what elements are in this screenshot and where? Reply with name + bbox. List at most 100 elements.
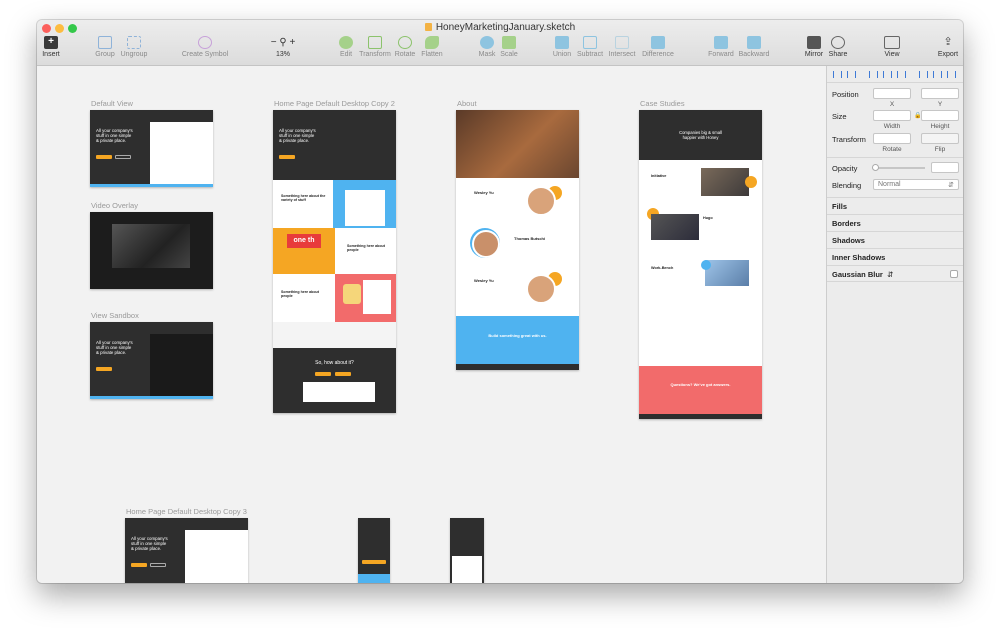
gaussian-blur-label: Gaussian Blur [832,270,883,279]
mirror-button[interactable]: Mirror [803,36,825,58]
app-preview-panel [303,382,375,402]
insert-button[interactable]: + Insert [40,36,62,58]
yellow-dot [745,176,757,188]
intersect-button[interactable]: Intersect [607,36,637,58]
rotate-input[interactable] [873,133,911,144]
union-label: Union [552,51,572,58]
mask-button[interactable]: Mask [477,36,497,58]
flatten-button[interactable]: Flatten [419,36,445,58]
edit-button[interactable]: Edit [335,36,357,58]
hero-text: All your company's stuff in one simple &… [131,536,168,552]
cta-heading: Questions? We've got answers. [670,382,731,387]
width-input[interactable] [873,110,911,121]
artboard-label-view-sandbox[interactable]: View Sandbox [91,311,139,320]
zoom-out-button[interactable]: − [271,37,277,48]
view-button[interactable]: View [880,36,904,58]
person-name-3: Wesley Yu [474,278,494,283]
edit-icon [339,36,353,49]
hero-line-3: & private place. [131,546,162,552]
artboard-about[interactable]: Wesley Yu Thomas Butschi Wesley Yu Build… [456,110,579,370]
scale-button[interactable]: Scale [499,36,519,58]
inner-shadows-section[interactable]: Inner Shadows [827,248,963,265]
title-bar: HoneyMarketingJanuary.sketch + Insert Gr… [37,20,963,66]
align-vertical-center-icon[interactable] [919,71,928,78]
artboard-label-home-copy-3[interactable]: Home Page Default Desktop Copy 3 [126,507,247,516]
footer-bar [639,414,762,419]
scale-label: Scale [500,51,518,58]
union-button[interactable]: Union [551,36,573,58]
learn-more-button-mock [115,155,131,159]
stepper-icon: ⇵ [886,270,894,279]
subtract-button[interactable]: Subtract [575,36,605,58]
symbol-icon [198,36,212,49]
mask-icon [480,36,494,49]
opacity-slider[interactable] [873,167,925,169]
footer-bar [456,364,579,370]
backward-label: Backward [738,51,770,58]
artboard-label-case-studies[interactable]: Case Studies [640,99,685,108]
canvas[interactable]: Default View All your company's stuff in… [37,66,826,583]
opacity-input[interactable] [931,162,959,173]
artboard-view-sandbox[interactable]: All your company's stuff in one simple &… [90,322,213,399]
difference-button[interactable]: Difference [640,36,676,58]
artboard-label-about[interactable]: About [457,99,477,108]
x-label: X [889,101,895,108]
borders-section[interactable]: Borders [827,214,963,231]
feature-text-1: Something here about the variety of stuf… [281,194,326,202]
avatar-2 [472,230,500,258]
distribute-horizontal-icon[interactable] [883,71,892,78]
align-horizontal-center-icon[interactable] [847,71,856,78]
create-symbol-label: Create Symbol [181,51,229,58]
transform-button[interactable]: Transform [358,36,392,58]
ungroup-button[interactable]: Ungroup [119,36,149,58]
align-top-icon[interactable] [897,71,906,78]
zoom-in-button[interactable]: + [289,37,295,48]
case-photo-2 [651,214,699,240]
position-y-input[interactable] [921,88,959,99]
share-button[interactable]: Share [827,36,849,58]
opacity-slider-knob[interactable] [872,164,879,171]
document-icon [424,23,432,31]
artboard-label-default-view[interactable]: Default View [91,99,133,108]
create-symbol-button[interactable]: Create Symbol [181,36,229,58]
blending-select[interactable]: Normal ⇵ [873,179,959,190]
hero-text: All your company's stuff in one simple &… [279,128,316,144]
view-label: View [884,51,900,58]
ungroup-icon [127,36,141,49]
artboard-mobile-1[interactable] [358,518,390,583]
align-left-icon[interactable] [833,71,842,78]
rotate-button[interactable]: Rotate [393,36,417,58]
signup-button-mock [131,563,147,567]
backward-button[interactable]: Backward [737,36,771,58]
footer-section [273,348,396,413]
export-button[interactable]: ⇪ Export [935,36,961,58]
align-bottom-icon[interactable] [933,71,942,78]
height-input[interactable] [921,110,959,121]
artboard-label-home-copy-2[interactable]: Home Page Default Desktop Copy 2 [274,99,395,108]
alignment-toolbar [827,66,963,83]
artboard-case-studies[interactable]: Companies big & small happier with Honey… [639,110,762,419]
position-x-input[interactable] [873,88,911,99]
fills-section[interactable]: Fills [827,197,963,214]
forward-button[interactable]: Forward [707,36,735,58]
rotate-label: Rotate [394,51,416,58]
shadows-section[interactable]: Shadows [827,231,963,248]
artboard-video-overlay[interactable] [90,212,213,289]
rotate-label: Rotate [882,146,902,153]
flip-buttons[interactable] [921,133,959,144]
union-icon [555,36,569,49]
group-button[interactable]: Group [94,36,116,58]
flatten-icon [425,36,439,49]
distribute-vertical-icon[interactable] [947,71,956,78]
gaussian-blur-section[interactable]: Gaussian Blur ⇵ [827,265,963,282]
artboard-home-copy-2[interactable]: All your company's stuff in one simple &… [273,110,396,413]
edit-label: Edit [339,51,353,58]
align-right-icon[interactable] [869,71,878,78]
blue-stripe [90,396,213,399]
intersect-icon [615,36,629,49]
artboard-default-view[interactable]: All your company's stuff in one simple &… [90,110,213,187]
gaussian-blur-checkbox[interactable] [950,270,958,278]
artboard-home-copy-3[interactable]: All your company's stuff in one simple &… [125,518,248,583]
artboard-mobile-2[interactable] [450,518,484,583]
artboard-label-video-overlay[interactable]: Video Overlay [91,201,138,210]
